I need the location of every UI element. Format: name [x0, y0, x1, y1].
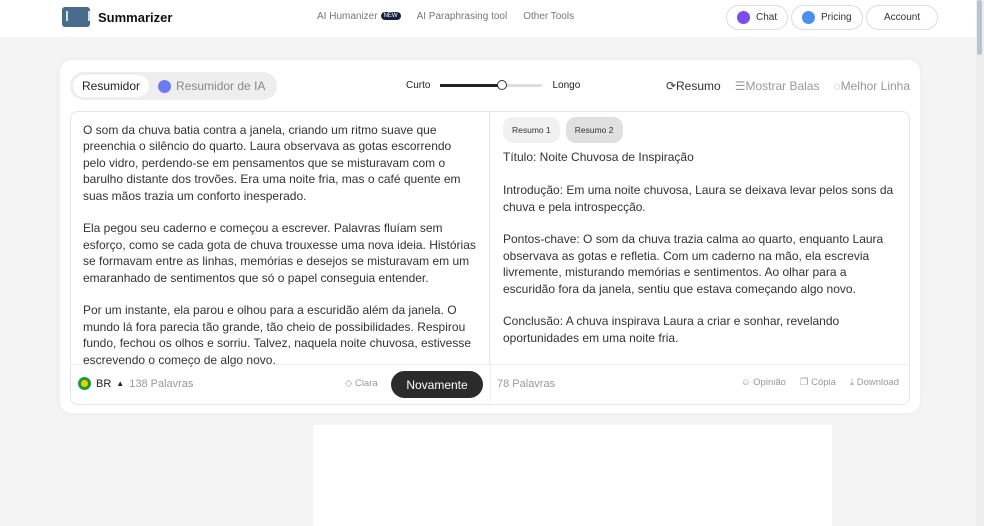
- output-options: ⟳Resumo ☰Mostrar Balas ◌Melhor Linha: [666, 79, 910, 93]
- copy-button[interactable]: ❐ Cópia: [800, 377, 836, 388]
- copy-icon: ❐: [799, 377, 812, 388]
- scrollbar[interactable]: [976, 0, 984, 526]
- length-fill: [440, 84, 502, 87]
- output-paragraph: Conclusão: A chuva inspirava Laura a cri…: [503, 314, 840, 345]
- length-track[interactable]: [440, 80, 543, 90]
- option-label: Resumo: [676, 79, 721, 93]
- brand-name: Summarizer: [98, 9, 173, 25]
- pricing-button[interactable]: Pricing: [791, 5, 863, 30]
- chat-label: Chat: [756, 12, 778, 23]
- output-paragraph: Pontos-chave: O som da chuva trazia calm…: [503, 232, 884, 296]
- pricing-label: Pricing: [821, 12, 852, 23]
- length-slider: Curto Longo: [406, 80, 580, 91]
- header: Summarizer AI Humanizer NEW AI Paraphrasi…: [0, 0, 976, 37]
- download-button[interactable]: ⤓ Download: [850, 377, 899, 388]
- mode-resumidor[interactable]: Resumidor: [73, 75, 150, 97]
- input-paragraph: O som da chuva batia contra a janela, cr…: [83, 123, 461, 203]
- output-actions: ☺ Opinião ❐ Cópia ⤓ Download: [741, 377, 899, 388]
- feedback-label: Opinião: [753, 377, 786, 388]
- new-badge: NEW: [380, 12, 401, 21]
- option-bullets[interactable]: ☰Mostrar Balas: [735, 79, 820, 93]
- long-label: Longo: [552, 80, 581, 91]
- summarizer-card: Resumidor Resumidor de IA Curto Longo ⟳R…: [60, 60, 920, 413]
- output-area: Resumo 1 Resumo 2 Título: Noite Chuvosa …: [490, 112, 909, 364]
- nav-other-tools[interactable]: Other Tools: [523, 11, 574, 22]
- option-best-line[interactable]: ◌Melhor Linha: [833, 79, 910, 93]
- brazil-flag-icon: [78, 377, 91, 390]
- download-label: Download: [856, 377, 899, 388]
- summarize-again-button[interactable]: Novamente: [391, 371, 483, 398]
- output-paragraph: Título: Noite Chuvosa de Inspiração: [503, 150, 694, 165]
- mode-label: Resumidor de IA: [176, 79, 266, 93]
- summary-tabs: Resumo 1 Resumo 2: [503, 117, 896, 144]
- option-resumo[interactable]: ⟳Resumo: [666, 79, 721, 93]
- ai-icon: [158, 79, 172, 93]
- content-placeholder: [313, 425, 832, 526]
- eraser-icon: ◇: [345, 378, 355, 389]
- clear-button[interactable]: ◇ Clara: [345, 378, 378, 389]
- output-paragraph: Introdução: Em uma noite chuvosa, Laura …: [503, 183, 894, 214]
- input-text-area[interactable]: O som da chuva batia contra a janela, cr…: [71, 112, 490, 367]
- nav-label: AI Humanizer: [317, 11, 378, 22]
- tab-resumo-1[interactable]: Resumo 1: [503, 117, 560, 144]
- option-label: Melhor Linha: [840, 79, 910, 93]
- option-label: Mostrar Balas: [745, 79, 820, 93]
- clear-label: Clara: [354, 378, 378, 389]
- input-word-count: 138 Palavras: [129, 377, 194, 390]
- input-paragraph: Ela pegou seu caderno e começou a escrev…: [83, 221, 476, 285]
- language-select[interactable]: BR ▲ 138 Palavras: [78, 377, 193, 390]
- smile-icon: ☺: [740, 377, 754, 388]
- editor-panel: O som da chuva batia contra a janela, cr…: [70, 111, 910, 405]
- nav-ai-humanizer[interactable]: AI Humanizer NEW: [317, 11, 401, 22]
- nav-ai-paraphrasing[interactable]: AI Paraphrasing tool: [417, 11, 508, 22]
- logo[interactable]: Summarizer: [62, 7, 172, 27]
- input-paragraph: Por um instante, ela parou e olhou para …: [83, 303, 472, 367]
- caret-up-icon: ▲: [116, 379, 125, 388]
- crown-icon: [802, 11, 815, 24]
- scrollbar-thumb[interactable]: [977, 0, 982, 55]
- download-icon: ⤓: [849, 377, 857, 388]
- mode-switch: Resumidor Resumidor de IA: [70, 72, 278, 100]
- length-knob[interactable]: [496, 80, 507, 90]
- book-icon: [62, 7, 90, 27]
- output-word-count: 78 Palavras: [497, 378, 556, 390]
- chat-button[interactable]: Chat: [726, 5, 789, 30]
- tab-resumo-2[interactable]: Resumo 2: [565, 117, 623, 144]
- panel-footer: BR ▲ 138 Palavras ◇ Clara Novamente 78 P…: [71, 364, 909, 405]
- divider: [490, 365, 491, 405]
- mode-resumidor-ia[interactable]: Resumidor de IA: [149, 75, 274, 97]
- account-button[interactable]: Account: [866, 5, 939, 30]
- language-label: BR: [96, 377, 112, 390]
- top-nav: AI Humanizer NEW AI Paraphrasing tool Oth…: [317, 11, 574, 22]
- chat-icon: [737, 11, 750, 24]
- copy-label: Cópia: [811, 377, 836, 388]
- feedback-button[interactable]: ☺ Opinião: [741, 377, 786, 388]
- short-label: Curto: [406, 80, 431, 91]
